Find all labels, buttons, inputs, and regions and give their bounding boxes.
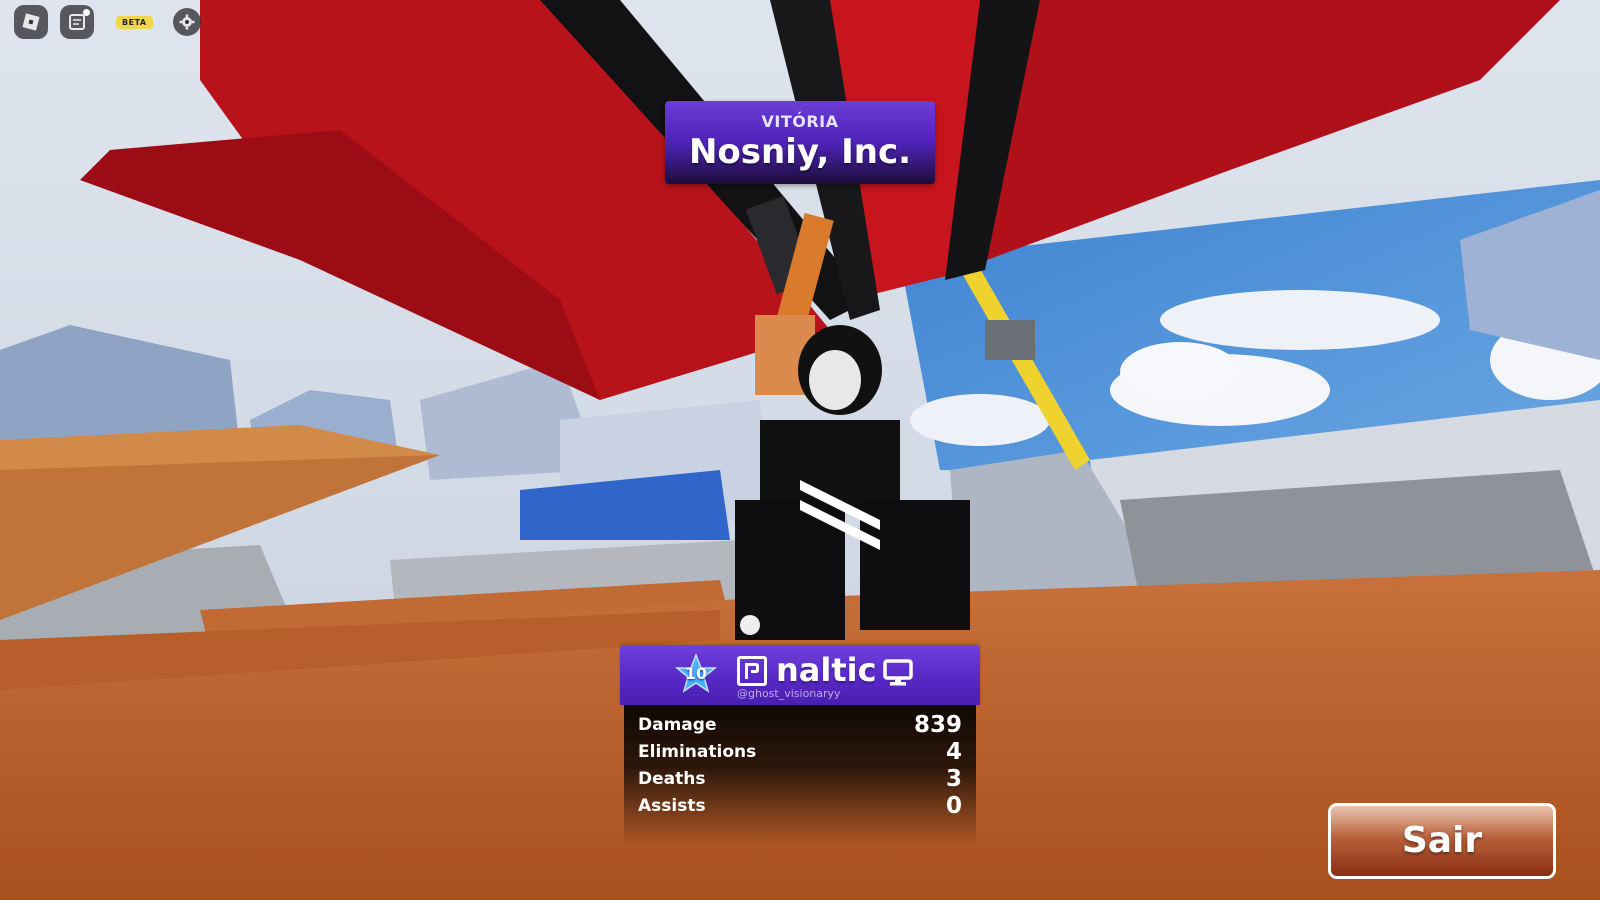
roblox-logo-icon: [22, 13, 40, 31]
stat-value: 4: [945, 739, 962, 765]
player-level: 10: [684, 664, 708, 683]
beta-badge[interactable]: BETA: [116, 15, 153, 29]
notification-dot: [83, 9, 90, 16]
settings-button[interactable]: [172, 8, 201, 36]
exit-button[interactable]: Sair: [1328, 803, 1556, 879]
stat-row-assists: Assists 0: [638, 793, 962, 819]
stat-row-damage: Damage 839: [638, 712, 962, 738]
player-handle: @ghost_visionaryy: [737, 687, 841, 700]
victory-label: VITÓRIA: [761, 112, 839, 131]
stat-label: Damage: [638, 715, 717, 735]
clan-icon: [737, 656, 767, 686]
chat-button[interactable]: [60, 5, 94, 39]
stat-value: 0: [945, 793, 962, 819]
stat-label: Deaths: [638, 769, 706, 789]
roblox-menu-button[interactable]: [14, 5, 48, 39]
stat-value: 839: [913, 712, 962, 738]
player-stats-panel: Damage 839 Eliminations 4 Deaths 3 Assis…: [624, 705, 976, 845]
top-bar: BETA: [14, 4, 201, 40]
monitor-icon: [883, 659, 913, 686]
victory-banner: VITÓRIA Nosniy, Inc.: [665, 101, 935, 184]
stat-row-eliminations: Eliminations 4: [638, 739, 962, 765]
stat-row-deaths: Deaths 3: [638, 766, 962, 792]
stat-label: Assists: [638, 796, 706, 816]
player-card-header: 10 naltic @ghost_visionaryy: [620, 645, 980, 705]
stat-label: Eliminations: [638, 742, 757, 762]
player-name: naltic: [776, 651, 877, 689]
gear-icon: [179, 14, 195, 30]
winning-team-name: Nosniy, Inc.: [688, 132, 912, 172]
stat-value: 3: [945, 766, 962, 792]
